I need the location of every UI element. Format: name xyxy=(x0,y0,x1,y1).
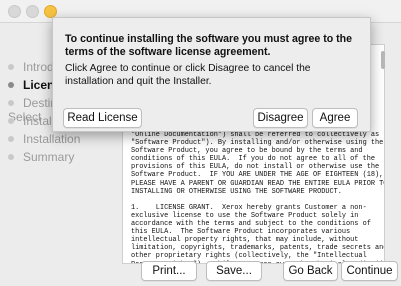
step-label: Summary xyxy=(23,150,75,164)
sheet-title: To continue installing the software you … xyxy=(65,33,353,58)
step-bullet-icon xyxy=(8,81,14,88)
step-bullet-icon xyxy=(8,153,14,160)
close-window-button[interactable] xyxy=(8,5,21,18)
scrollbar-thumb[interactable] xyxy=(381,51,385,69)
minimize-window-button[interactable] xyxy=(26,5,39,18)
step-bullet-icon xyxy=(8,135,14,142)
disagree-button[interactable]: Disagree xyxy=(253,108,308,128)
save-button[interactable]: Save... xyxy=(206,261,262,281)
step-bullet-icon xyxy=(8,117,14,124)
installer-window: Introduction License Destination Select … xyxy=(0,0,401,286)
license-scrollbar[interactable] xyxy=(379,46,386,262)
step-summary: Summary xyxy=(8,150,74,164)
go-back-button[interactable]: Go Back xyxy=(283,261,338,281)
sheet-message: Click Agree to continue or click Disagre… xyxy=(65,63,311,87)
read-license-button[interactable]: Read License xyxy=(63,108,142,128)
bottom-button-bar: Print... Save... Go Back Continue xyxy=(0,260,401,286)
print-button[interactable]: Print... xyxy=(141,261,197,281)
agree-sheet-dialog: To continue installing the software you … xyxy=(52,17,371,132)
step-installation: Installation xyxy=(8,132,80,146)
continue-button[interactable]: Continue xyxy=(341,261,398,281)
agree-button[interactable]: Agree xyxy=(312,108,358,128)
step-bullet-icon xyxy=(8,63,14,70)
step-bullet-icon xyxy=(8,99,14,106)
license-text: "Online Documentation") shall be referre… xyxy=(131,131,384,263)
step-label: Installation xyxy=(23,132,81,146)
